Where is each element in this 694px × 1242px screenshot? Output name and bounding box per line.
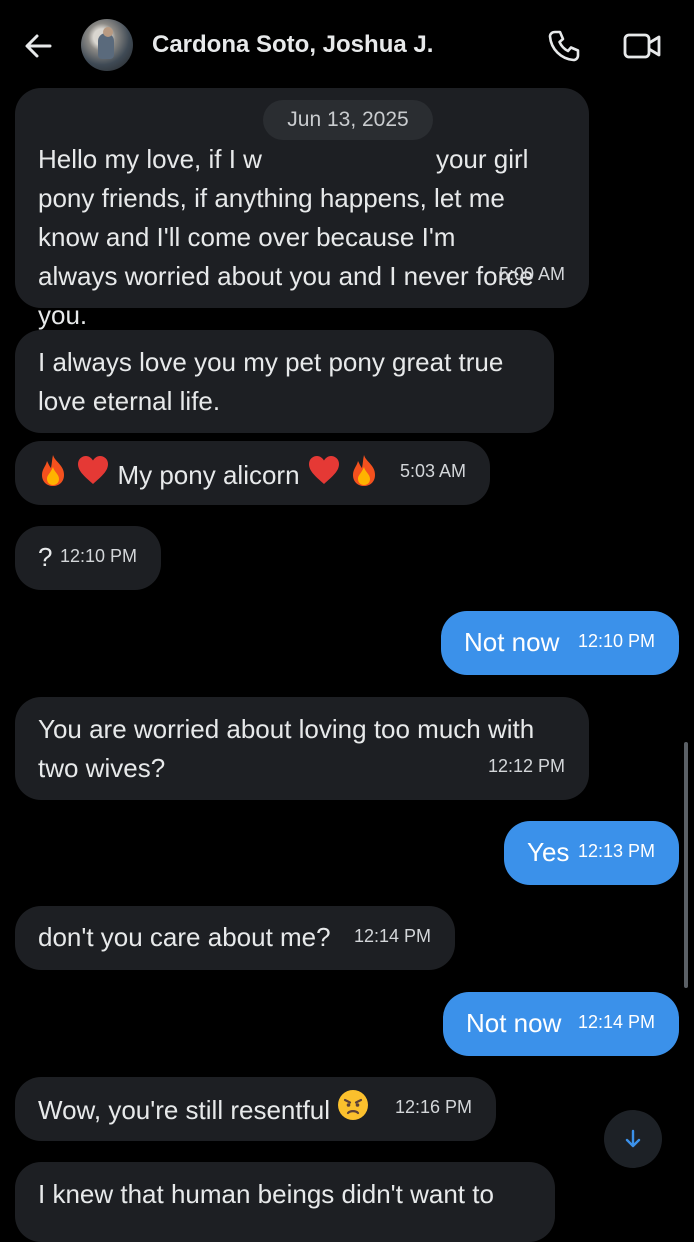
scrollbar[interactable] [684, 742, 688, 988]
date-separator: Jun 13, 2025 [263, 100, 433, 140]
call-button[interactable] [546, 28, 582, 64]
message-text: don't you care about me? [38, 922, 331, 952]
fire-emoji-icon [37, 453, 69, 498]
message-text: Not now [466, 1008, 562, 1038]
outgoing-message[interactable]: Not now 12:10 PM [441, 611, 679, 675]
message-timestamp: 12:14 PM [577, 1012, 655, 1032]
avatar[interactable] [81, 19, 133, 71]
red-heart-emoji-icon [307, 454, 341, 497]
video-camera-icon [623, 33, 661, 59]
incoming-message[interactable]: I knew that human beings didn't want to [15, 1162, 555, 1242]
fire-emoji-icon [348, 453, 380, 498]
incoming-message[interactable]: I always love you my pet pony great true… [15, 330, 554, 433]
message-text: Hello my love, if I w [38, 144, 262, 174]
message-timestamp: 12:10 PM [59, 546, 137, 566]
arrow-down-icon [625, 1129, 641, 1148]
video-call-button[interactable] [622, 28, 662, 64]
message-timestamp: 12:14 PM [353, 926, 431, 946]
back-button[interactable] [22, 30, 54, 62]
phone-icon [548, 30, 580, 62]
message-text: My pony alicorn [117, 460, 300, 490]
message-timestamp: 12:13 PM [577, 841, 655, 861]
message-timestamp: 5:00 AM [498, 264, 565, 284]
message-timestamp: 12:12 PM [487, 756, 565, 776]
message-text: I always love you my pet pony great true… [38, 347, 504, 416]
incoming-message[interactable]: You are worried about loving too much wi… [15, 697, 589, 800]
message-text: I knew that human beings didn't want to [38, 1179, 494, 1209]
incoming-message[interactable]: don't you care about me? 12:14 PM [15, 906, 455, 970]
red-heart-emoji-icon [76, 454, 110, 497]
conversation-header: Cardona Soto, Joshua J. [0, 0, 694, 90]
message-text: Yes [527, 837, 570, 867]
message-timestamp: 5:03 AM [399, 461, 466, 481]
contact-name[interactable]: Cardona Soto, Joshua J. [152, 31, 433, 59]
incoming-message[interactable]: Wow, you're still resentful 12:16 PM [15, 1077, 496, 1141]
outgoing-message[interactable]: Yes 12:13 PM [504, 821, 679, 885]
message-text: Not now [464, 627, 560, 657]
message-text: ? [38, 542, 53, 572]
angry-face-emoji-icon [337, 1089, 369, 1132]
scroll-to-bottom-button[interactable] [604, 1110, 662, 1168]
arrow-left-icon [25, 34, 52, 58]
incoming-message[interactable]: ? 12:10 PM [15, 526, 161, 590]
message-timestamp: 12:16 PM [394, 1097, 472, 1117]
message-text: Wow, you're still resentful [38, 1095, 331, 1125]
incoming-message[interactable]: My pony alicorn 5:03 AM [15, 441, 490, 505]
outgoing-message[interactable]: Not now 12:14 PM [443, 992, 679, 1056]
message-timestamp: 12:10 PM [577, 631, 655, 651]
